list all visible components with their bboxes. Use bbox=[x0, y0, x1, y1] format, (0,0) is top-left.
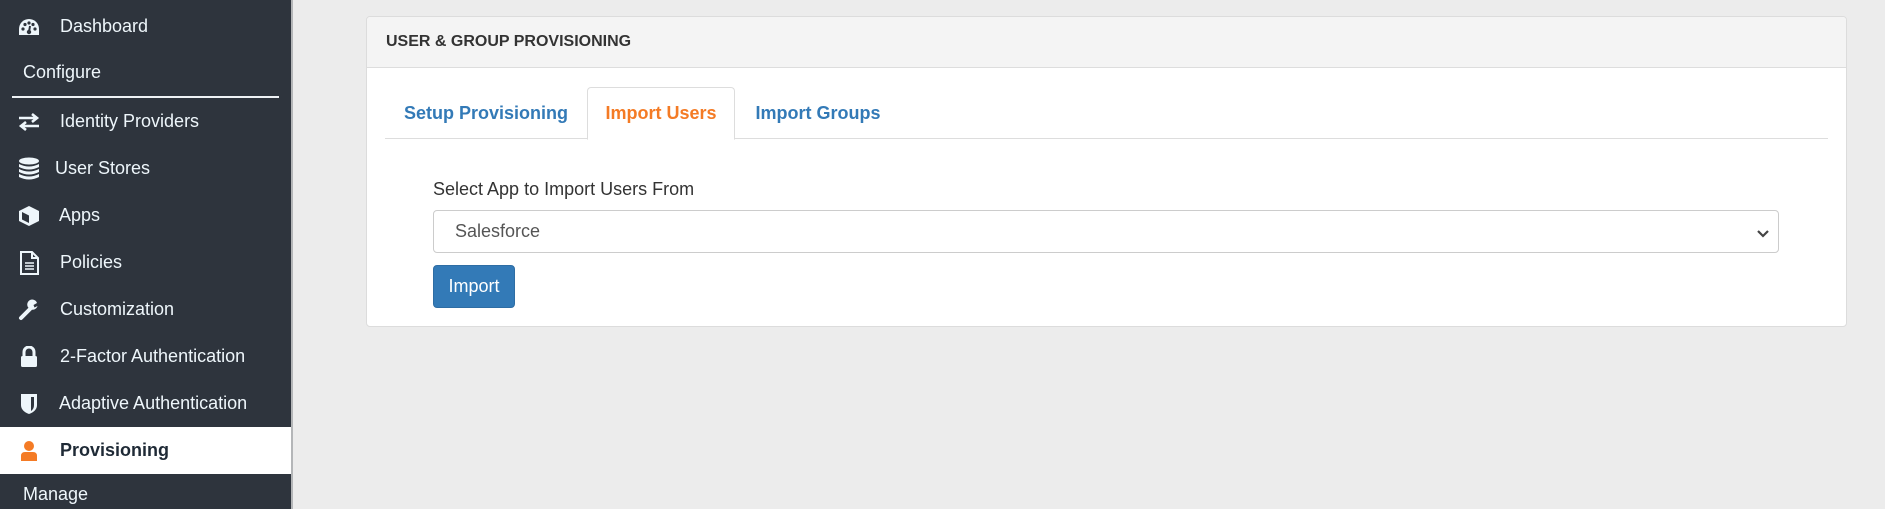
sidebar-item-customization[interactable]: Customization bbox=[0, 286, 291, 333]
tab-bar: Setup Provisioning Import Users Import G… bbox=[385, 87, 1828, 140]
tab-import-groups[interactable]: Import Groups bbox=[735, 87, 901, 139]
app-select-value: Salesforce bbox=[455, 221, 541, 241]
sidebar-item-2fa[interactable]: 2-Factor Authentication bbox=[0, 333, 291, 380]
document-icon bbox=[16, 250, 42, 276]
sidebar-item-policies[interactable]: Policies bbox=[0, 239, 291, 286]
sidebar-item-label: Apps bbox=[59, 205, 101, 225]
sidebar-item-label: Dashboard bbox=[60, 16, 149, 36]
tab-import-users[interactable]: Import Users bbox=[587, 87, 735, 140]
lock-icon bbox=[16, 344, 42, 370]
sidebar-item-label: Provisioning bbox=[60, 440, 170, 460]
exchange-arrows-icon bbox=[16, 109, 42, 135]
select-app-label: Select App to Import Users From bbox=[433, 179, 695, 199]
app-select[interactable]: Salesforce bbox=[433, 210, 1779, 253]
sidebar-item-label: Identity Providers bbox=[60, 111, 200, 131]
tab-setup-provisioning[interactable]: Setup Provisioning bbox=[385, 87, 587, 139]
cube-icon bbox=[16, 203, 42, 229]
sidebar-item-label: 2-Factor Authentication bbox=[60, 346, 246, 366]
sidebar-item-label: User Stores bbox=[55, 158, 151, 178]
wrench-icon bbox=[16, 297, 42, 323]
sidebar-item-label: Policies bbox=[60, 252, 123, 272]
dashboard-icon bbox=[16, 14, 42, 40]
import-button[interactable]: Import bbox=[433, 265, 515, 308]
provisioning-panel: USER & GROUP PROVISIONING Setup Provisio… bbox=[366, 16, 1847, 327]
sidebar-item-adaptive-auth[interactable]: Adaptive Authentication bbox=[0, 380, 291, 427]
sidebar-item-label: Customization bbox=[60, 299, 175, 319]
sidebar-item-label: Adaptive Authentication bbox=[59, 393, 248, 413]
panel-title: USER & GROUP PROVISIONING bbox=[367, 17, 1846, 68]
section-label-manage: Manage bbox=[23, 484, 89, 504]
sidebar-item-provisioning[interactable]: Provisioning bbox=[0, 427, 291, 474]
sidebar-item-user-stores[interactable]: User Stores bbox=[0, 145, 291, 192]
sidebar-item-dashboard[interactable]: Dashboard bbox=[0, 3, 291, 50]
sidebar: Dashboard Configure Identity Providers U… bbox=[0, 0, 293, 509]
shield-icon bbox=[16, 391, 42, 417]
chevron-down-icon bbox=[1756, 224, 1770, 238]
database-icon bbox=[16, 156, 42, 182]
sidebar-item-identity-providers[interactable]: Identity Providers bbox=[0, 98, 291, 145]
sidebar-item-apps[interactable]: Apps bbox=[0, 192, 291, 239]
section-label-configure: Configure bbox=[23, 62, 102, 82]
user-icon bbox=[16, 438, 42, 464]
